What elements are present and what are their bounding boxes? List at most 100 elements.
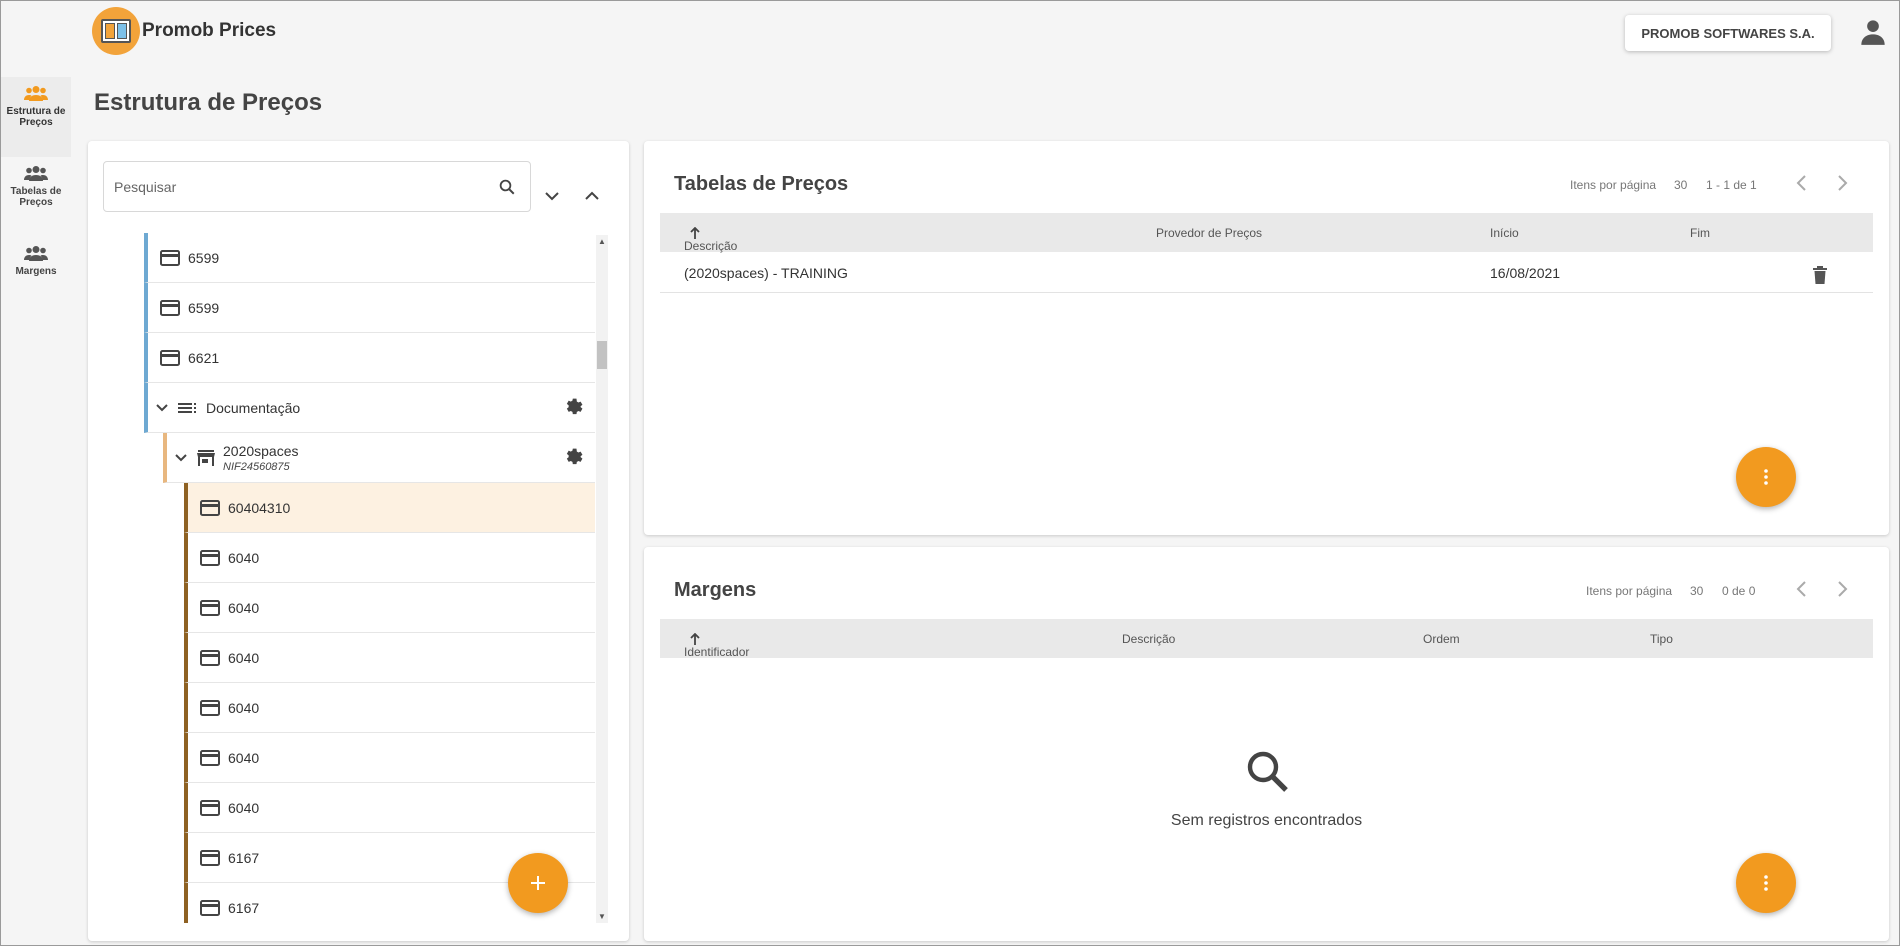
collapse-all-button[interactable] <box>580 184 604 208</box>
nav-label: Margens <box>15 266 57 277</box>
search-box <box>103 161 531 212</box>
col-header-tipo[interactable]: Tipo <box>1650 632 1673 646</box>
col-header-ordem[interactable]: Ordem <box>1423 632 1460 646</box>
nav-item-margens[interactable]: Margens <box>1 237 71 317</box>
more-vert-icon <box>1764 875 1768 891</box>
scrollbar-thumb[interactable] <box>597 341 607 369</box>
tree-item-label: 6040 <box>228 649 260 666</box>
scroll-down-arrow-icon[interactable]: ▼ <box>598 912 606 921</box>
col-header-fim[interactable]: Fim <box>1690 226 1710 240</box>
items-per-page-label: Itens por página <box>1570 178 1657 192</box>
nav-label: Estrutura de Preços <box>6 106 66 128</box>
tree-item-label: 6167 <box>228 849 260 866</box>
empty-state: Sem registros encontrados <box>644 747 1889 830</box>
more-actions-button[interactable] <box>1736 853 1796 913</box>
card-icon <box>200 899 220 916</box>
tree-item[interactable]: 6599 <box>144 233 595 283</box>
card-icon <box>200 499 220 516</box>
card-icon <box>160 349 180 366</box>
card-icon <box>200 599 220 616</box>
card-icon <box>160 299 180 316</box>
card-title: Tabelas de Preços <box>674 173 849 195</box>
tree-item[interactable]: 6040 <box>184 533 595 583</box>
tree-item[interactable]: 6621 <box>144 333 595 383</box>
chevron-down-icon[interactable] <box>156 403 168 412</box>
cell-descricao: (2020spaces) - TRAINING <box>684 265 848 281</box>
gear-icon[interactable] <box>563 446 585 468</box>
logo-icon <box>101 19 131 43</box>
more-actions-button[interactable] <box>1736 447 1796 507</box>
tree-item[interactable]: 6040 <box>184 683 595 733</box>
margens-card: Margens Itens por página 30 0 de 0 Ident… <box>644 547 1889 941</box>
nav-item-estrutura[interactable]: Estrutura de Preços <box>1 77 71 157</box>
chevron-down-icon <box>545 192 559 201</box>
trash-icon[interactable] <box>1813 266 1827 284</box>
store-icon <box>197 449 215 466</box>
tree-item[interactable]: 6040 <box>184 733 595 783</box>
search-icon[interactable] <box>498 178 516 196</box>
card-icon <box>200 649 220 666</box>
chevron-right-icon[interactable] <box>1832 579 1852 599</box>
list-icon <box>178 402 196 413</box>
user-account-icon[interactable] <box>1859 17 1887 47</box>
tree-item-label: 60404310 <box>228 499 291 516</box>
chevron-down-icon[interactable] <box>175 453 187 462</box>
company-button[interactable]: PROMOB SOFTWARES S.A. <box>1625 15 1831 51</box>
col-header-inicio[interactable]: Início <box>1490 226 1519 240</box>
more-vert-icon <box>1764 469 1768 485</box>
gear-icon[interactable] <box>563 396 585 418</box>
tree-item[interactable]: 60404310 <box>184 483 595 533</box>
chevron-right-icon[interactable] <box>1832 173 1852 193</box>
nav-item-tabelas[interactable]: Tabelas de Preços <box>1 157 71 237</box>
people-icon <box>24 246 48 261</box>
structure-tree: 6599 6599 6621 Documentação 2020spaces N… <box>88 233 629 923</box>
tree-item-label: 6599 <box>188 299 220 316</box>
cell-inicio: 16/08/2021 <box>1490 265 1561 281</box>
tree-item-group[interactable]: Documentação <box>144 383 595 433</box>
top-bar: Promob Prices PROMOB SOFTWARES S.A. <box>1 1 1899 61</box>
col-header-descricao[interactable]: Descrição <box>1122 632 1175 646</box>
table-header: Descrição Provedor de Preços Início Fim <box>660 213 1873 253</box>
tree-item[interactable]: 6040 <box>184 633 595 683</box>
scroll-up-arrow-icon[interactable]: ▲ <box>598 237 606 246</box>
items-per-page-select[interactable]: 30 <box>1690 584 1703 598</box>
expand-all-button[interactable] <box>540 184 564 208</box>
col-header-descricao[interactable]: Descrição <box>684 226 737 253</box>
chevron-left-icon[interactable] <box>1792 579 1812 599</box>
tree-item[interactable]: 6599 <box>144 283 595 333</box>
tabelas-card: Tabelas de Preços Itens por página 30 1 … <box>644 141 1889 535</box>
tree-item-label-block: 2020spaces NIF24560875 <box>223 443 299 473</box>
tree-scrollbar[interactable]: ▲ ▼ <box>596 235 608 923</box>
tree-item-label: 6040 <box>228 799 260 816</box>
tree-item-label: Documentação <box>206 399 301 416</box>
chevron-up-icon <box>585 191 599 200</box>
tree-item-label: 6040 <box>228 549 260 566</box>
tree-item[interactable]: 6040 <box>184 583 595 633</box>
table-row[interactable]: (2020spaces) - TRAINING 16/08/2021 <box>660 252 1873 293</box>
tree-item-label: 6621 <box>188 349 220 366</box>
tree-item-label: 6040 <box>228 599 260 616</box>
app-title: Promob Prices <box>142 20 277 41</box>
col-header-identificador[interactable]: Identificador <box>684 632 749 659</box>
card-icon <box>200 699 220 716</box>
table-header: Identificador Descrição Ordem Tipo <box>660 619 1873 659</box>
tree-item-sublabel: NIF24560875 <box>223 460 290 473</box>
card-icon <box>200 799 220 816</box>
card-icon <box>200 749 220 766</box>
items-per-page-label: Itens por página <box>1586 584 1673 598</box>
items-per-page-select[interactable]: 30 <box>1674 178 1687 192</box>
tree-item-group[interactable]: 2020spaces NIF24560875 <box>163 433 595 483</box>
card-icon <box>200 549 220 566</box>
tree-item-label: 6167 <box>228 899 260 916</box>
add-button[interactable] <box>508 853 568 913</box>
search-input[interactable] <box>114 174 474 200</box>
plus-icon <box>531 876 545 890</box>
structure-tree-card: 6599 6599 6621 Documentação <box>88 141 629 941</box>
col-header-provedor[interactable]: Provedor de Preços <box>1156 226 1262 240</box>
people-icon <box>24 86 48 101</box>
tree-item[interactable]: 6040 <box>184 783 595 833</box>
app-logo[interactable] <box>92 7 140 55</box>
chevron-left-icon[interactable] <box>1792 173 1812 193</box>
card-icon <box>160 249 180 266</box>
nav-label: Tabelas de Preços <box>10 186 62 208</box>
